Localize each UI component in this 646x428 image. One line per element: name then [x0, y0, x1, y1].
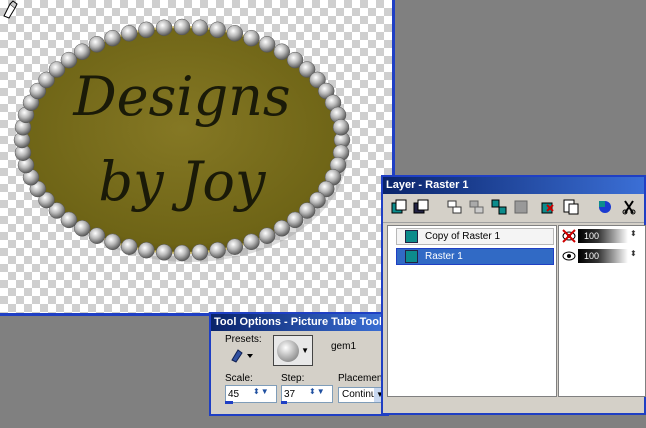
scale-slider-fill[interactable]: [225, 401, 233, 404]
gem: [120, 238, 138, 255]
picture-tube-cursor-icon: [3, 0, 18, 19]
gem: [73, 43, 91, 60]
layer-props-raster-1: 100 ⬍: [560, 248, 644, 265]
opacity-spin-icon[interactable]: ⬍: [630, 229, 637, 238]
layer-row-copy-of-raster-1[interactable]: Copy of Raster 1: [396, 228, 554, 245]
layer-props-copy-of-raster-1: 100 ⬍: [560, 228, 644, 245]
gem-tube-icon: [277, 340, 299, 362]
gem: [258, 36, 276, 53]
gem: [155, 244, 173, 261]
gem: [243, 29, 260, 47]
layer-palette-title[interactable]: Layer - Raster 1: [383, 177, 644, 194]
gem: [138, 21, 155, 39]
new-raster-layer-icon[interactable]: [391, 199, 407, 215]
new-adjustment-layer-icon[interactable]: [491, 199, 507, 215]
image-canvas[interactable]: Designs by Joy: [0, 0, 395, 316]
tube-name: gem1: [331, 341, 357, 352]
opacity-slider[interactable]: 100: [578, 249, 628, 263]
layer-row-raster-1[interactable]: Raster 1: [396, 248, 554, 265]
gem: [88, 227, 106, 244]
step-slider-fill[interactable]: [281, 401, 287, 404]
gem: [258, 227, 276, 244]
raster-layer-icon: [405, 230, 418, 243]
image-text-line1: Designs: [72, 65, 290, 128]
new-vector-layer-icon[interactable]: [413, 199, 429, 215]
chevron-down-icon: ▼: [301, 346, 309, 355]
layer-name: Raster 1: [425, 251, 463, 262]
gem: [226, 25, 244, 42]
spin-arrows-icon[interactable]: ⬍▼: [253, 387, 275, 401]
gem: [209, 21, 226, 39]
gem: [243, 233, 260, 251]
gem: [173, 244, 191, 262]
gem: [173, 18, 191, 36]
layer-blend-icon[interactable]: [597, 199, 613, 215]
image-text-line2: by Joy: [99, 150, 267, 213]
presets-dropdown-icon[interactable]: [229, 347, 255, 363]
layer-properties-column: 100 ⬍ 100 ⬍: [558, 225, 646, 397]
tool-options-title[interactable]: Tool Options - Picture Tube Tool: [211, 314, 387, 331]
opacity-spin-icon[interactable]: ⬍: [630, 249, 637, 258]
new-group-icon[interactable]: [447, 199, 463, 215]
gem: [273, 220, 291, 237]
gem: [104, 233, 121, 251]
delete-layer-icon[interactable]: [621, 199, 637, 215]
new-mask-layer-icon[interactable]: [513, 199, 529, 215]
gem: [332, 119, 350, 136]
gem: [155, 19, 173, 36]
visibility-off-icon[interactable]: [562, 229, 576, 243]
spin-arrows-icon[interactable]: ⬍▼: [309, 387, 331, 401]
opacity-value: 100: [584, 251, 600, 261]
gem: [138, 241, 155, 259]
presets-label: Presets:: [225, 334, 262, 345]
layer-palette[interactable]: Layer - Raster 1 Copy of Raster 1 Raster…: [381, 175, 646, 415]
visibility-on-icon[interactable]: [562, 249, 576, 263]
tube-selector-button[interactable]: ▼: [273, 335, 313, 366]
layer-toolbar: [383, 194, 644, 223]
gem: [226, 238, 244, 255]
gem: [88, 36, 106, 53]
properties-icon[interactable]: [563, 199, 579, 215]
scale-label: Scale:: [225, 373, 253, 384]
new-mask-icon[interactable]: [469, 199, 485, 215]
gem: [191, 244, 209, 261]
plaque-image: Designs by Joy: [13, 18, 351, 262]
layer-name: Copy of Raster 1: [425, 231, 501, 242]
gem: [104, 29, 121, 47]
opacity-slider[interactable]: 100: [578, 229, 628, 243]
step-label: Step:: [281, 373, 305, 384]
tool-options-palette[interactable]: Tool Options - Picture Tube Tool Presets…: [209, 312, 416, 416]
duplicate-layer-icon[interactable]: [541, 199, 557, 215]
placement-mode-select[interactable]: Continuous ▼: [338, 387, 387, 403]
gem: [209, 241, 226, 259]
opacity-value: 100: [584, 231, 600, 241]
gem: [191, 19, 209, 36]
gem: [120, 25, 138, 42]
layer-list[interactable]: Copy of Raster 1 Raster 1: [387, 225, 557, 397]
step-spinner[interactable]: ⬍▼: [281, 385, 333, 403]
raster-layer-icon: [405, 250, 418, 263]
